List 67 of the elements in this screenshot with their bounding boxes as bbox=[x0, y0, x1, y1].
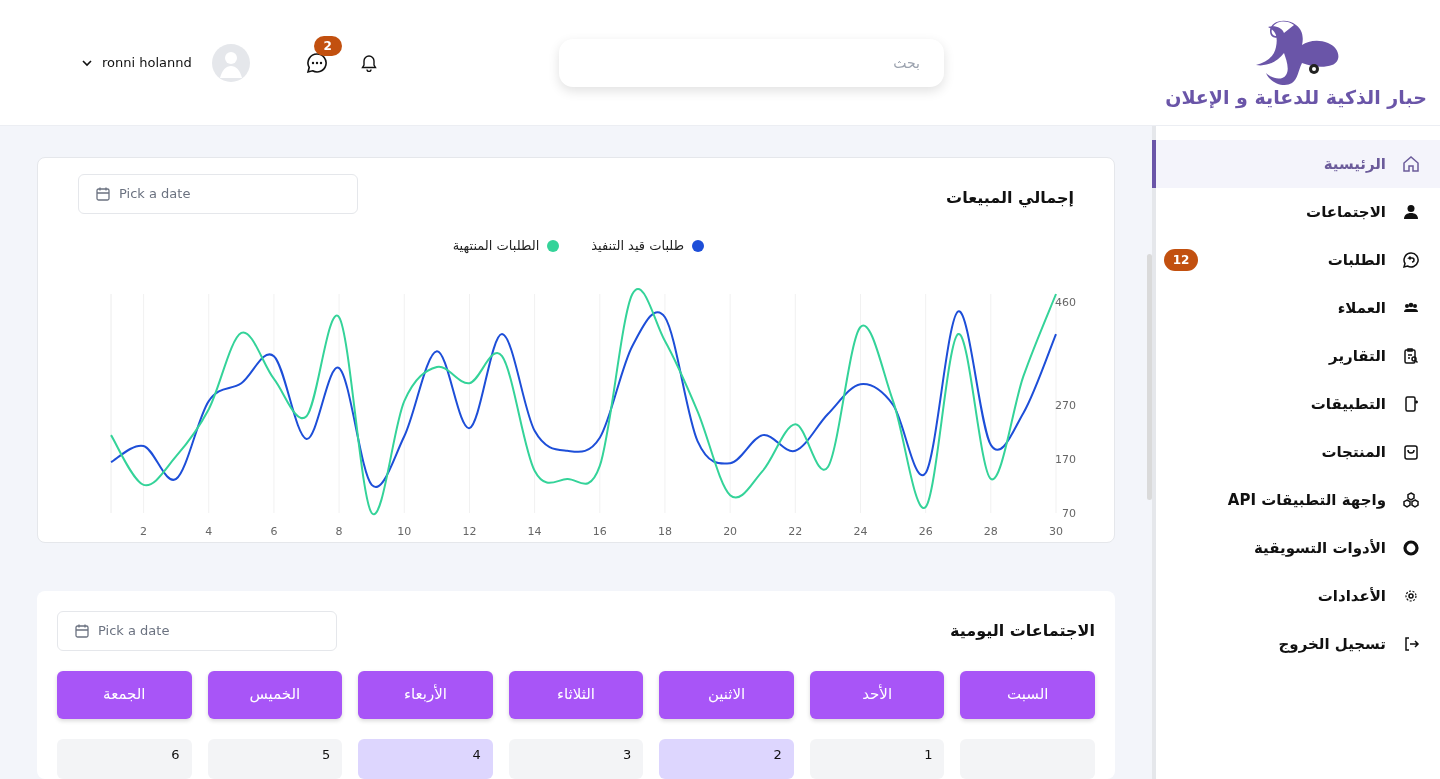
gear-icon bbox=[1402, 587, 1420, 605]
y-tick-label: 170 bbox=[1055, 452, 1076, 466]
y-tick-label: 70 bbox=[1062, 507, 1076, 520]
logout-icon bbox=[1402, 635, 1420, 653]
message-count-badge: 2 bbox=[313, 35, 342, 56]
sidebar-item[interactable]: الأعدادات bbox=[1156, 572, 1440, 620]
day-button[interactable]: الجمعة bbox=[57, 670, 192, 719]
sidebar-item[interactable]: العملاء bbox=[1156, 284, 1440, 332]
chat-reply-icon bbox=[1402, 251, 1420, 269]
count-badge: 12 bbox=[1164, 249, 1198, 271]
sidebar-item[interactable]: الاجتماعات bbox=[1156, 188, 1440, 236]
search-field[interactable]: بحث bbox=[559, 38, 944, 87]
sidebar-item[interactable]: الرئيسية bbox=[1152, 140, 1440, 188]
day-button[interactable]: الثلاثاء bbox=[508, 670, 644, 719]
day-cell[interactable]: 3 bbox=[508, 738, 644, 779]
legend-label: الطلبات المنتهية bbox=[452, 237, 540, 255]
x-tick-label: 12 bbox=[462, 525, 477, 538]
day-button[interactable]: الأحد bbox=[809, 670, 945, 719]
day-cell[interactable]: 1 bbox=[809, 738, 945, 779]
calendar-icon bbox=[74, 622, 90, 639]
day-button[interactable]: الأربعاء bbox=[358, 670, 493, 719]
card-title: إجمالي المبيعات bbox=[946, 187, 1074, 210]
day-cell[interactable]: 2 bbox=[659, 738, 794, 779]
chat-icon[interactable] bbox=[305, 51, 328, 74]
sidebar-item[interactable]: الأدوات التسويقية bbox=[1156, 524, 1440, 572]
legend-label: طلبات قيد التنفيذ bbox=[591, 237, 684, 255]
date-picker[interactable]: Pick a date bbox=[78, 174, 358, 214]
y-tick-label: 460 bbox=[1055, 296, 1076, 310]
y-tick-label: 270 bbox=[1055, 398, 1076, 412]
x-tick-label: 16 bbox=[592, 525, 607, 538]
x-tick-label: 26 bbox=[918, 525, 933, 538]
x-tick-label: 8 bbox=[335, 525, 343, 538]
sidebar-item[interactable]: تسجيل الخروج bbox=[1156, 620, 1440, 668]
clipboard-search-icon bbox=[1402, 347, 1420, 365]
x-tick-label: 18 bbox=[657, 525, 672, 538]
brand-name: حبار الذكية للدعاية و الإعلان bbox=[1165, 85, 1427, 111]
x-tick-label: 22 bbox=[788, 525, 803, 538]
sidebar-item[interactable]: التطبيقات bbox=[1156, 380, 1440, 428]
home-icon bbox=[1402, 155, 1420, 173]
sidebar-item[interactable]: واجهة التطبيقات API bbox=[1156, 476, 1440, 524]
card-title: الاجتماعات اليومية bbox=[950, 619, 1095, 642]
day-cell[interactable]: 5 bbox=[207, 738, 343, 779]
day-cell[interactable]: 6 bbox=[57, 738, 192, 779]
bell-icon[interactable] bbox=[359, 53, 378, 72]
x-tick-label: 20 bbox=[723, 525, 738, 538]
sidebar-item[interactable]: التقارير bbox=[1156, 332, 1440, 380]
sidebar-item[interactable]: المنتجات bbox=[1156, 428, 1440, 476]
person-icon bbox=[1402, 203, 1420, 221]
x-tick-label: 4 bbox=[205, 525, 213, 538]
cubes-icon bbox=[1402, 491, 1420, 509]
date-picker[interactable]: Pick a date bbox=[57, 610, 337, 651]
x-tick-label: 2 bbox=[140, 525, 148, 538]
ring-icon bbox=[1402, 539, 1420, 557]
day-button[interactable]: الخميس bbox=[207, 670, 343, 719]
x-tick-label: 6 bbox=[270, 525, 278, 538]
x-tick-label: 14 bbox=[527, 525, 542, 538]
x-tick-label: 24 bbox=[853, 525, 868, 538]
x-tick-label: 10 bbox=[397, 525, 412, 538]
user-name[interactable]: ronni holannd bbox=[102, 52, 192, 73]
day-button[interactable]: السبت bbox=[960, 670, 1095, 719]
day-cell[interactable]: 4 bbox=[358, 738, 493, 779]
x-tick-label: 30 bbox=[1049, 525, 1063, 538]
day-button[interactable]: الاثنين bbox=[659, 670, 794, 719]
calendar-icon bbox=[95, 186, 111, 202]
bag-icon bbox=[1402, 443, 1420, 461]
phone-plus-icon bbox=[1402, 395, 1420, 413]
x-tick-label: 28 bbox=[983, 525, 998, 538]
